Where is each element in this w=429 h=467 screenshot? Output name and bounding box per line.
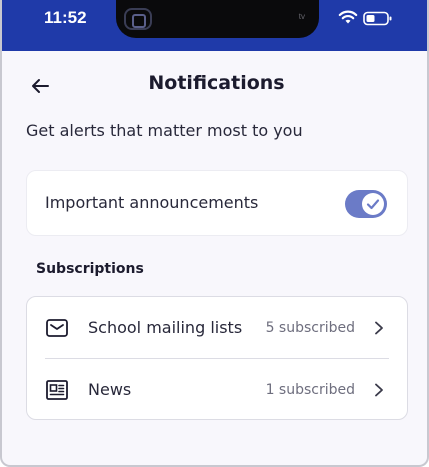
announcements-card: Important announcements [26, 170, 408, 236]
dynamic-island: tv [116, 0, 319, 38]
subscription-count: 5 subscribed [265, 320, 355, 336]
announcements-label: Important announcements [45, 193, 259, 212]
subscriptions-card: School mailing lists 5 subscribed News 1… [26, 296, 408, 420]
announcements-toggle[interactable] [345, 190, 387, 218]
app-frame: 11:52 tv Notifications Get alerts that m… [0, 0, 429, 467]
chevron-right-icon [375, 383, 383, 397]
screen-record-icon [124, 8, 152, 30]
subscription-label: News [88, 380, 132, 399]
page-title: Notifications [148, 72, 285, 94]
toggle-knob [362, 193, 384, 215]
chevron-right-icon [375, 321, 383, 335]
subscription-row-news[interactable]: News 1 subscribed [27, 359, 407, 421]
wifi-icon [338, 10, 358, 24]
page-subtitle: Get alerts that matter most to you [26, 121, 303, 140]
status-time: 11:52 [44, 8, 87, 27]
check-icon [366, 199, 380, 210]
newspaper-icon [46, 380, 68, 400]
battery-icon [363, 11, 392, 26]
subscription-count: 1 subscribed [265, 382, 355, 398]
subscription-row-mailing-lists[interactable]: School mailing lists 5 subscribed [27, 297, 407, 359]
status-bar: 11:52 tv [2, 0, 427, 51]
island-label: tv [298, 12, 305, 21]
subscriptions-section-title: Subscriptions [36, 261, 144, 277]
envelope-icon [46, 319, 68, 337]
subscription-label: School mailing lists [88, 318, 243, 337]
